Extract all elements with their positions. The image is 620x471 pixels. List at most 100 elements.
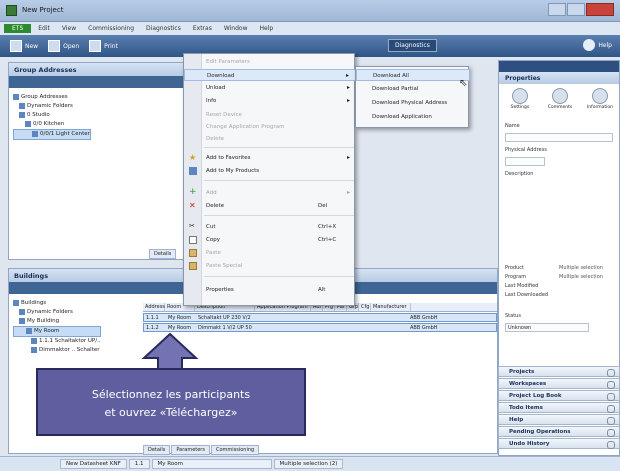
menu-diagnostics[interactable]: Diagnostics [141,25,186,32]
app-icon [6,5,17,16]
info-icon [592,88,608,104]
menu-item-unload[interactable]: Unload ▸ [184,82,356,94]
status-bar: New Datasheet KNF 1.1 My Room Multiple s… [0,456,620,471]
properties-toolbar [499,61,619,72]
group-addresses-panel: Group Addresses Group Addresses Dynamic … [8,62,194,260]
panel-title: Group Addresses [9,63,193,76]
description-label: Description [505,171,534,177]
status-label: Status [505,313,521,319]
section-undo-history[interactable]: Undo History [498,438,620,449]
tree-item[interactable]: Group Addresses [13,93,91,102]
help-button[interactable]: Help [583,39,612,51]
callout-arrow-icon [141,332,199,372]
table-row[interactable]: 1.1.1 My Room Schaltakt UP 230 V/2 ABB G… [143,313,497,322]
clipboard-icon [189,249,197,257]
section-project-log-book[interactable]: Project Log Book [498,390,620,401]
menu-item-download[interactable]: Download ▸ [184,69,356,81]
diagnostics-button[interactable]: Diagnostics [388,39,437,52]
section-help[interactable]: Help [498,414,620,425]
col-address[interactable]: Address [143,303,165,311]
window-title: New Project [22,6,64,14]
menu-item-add[interactable]: + Add ▸ [184,187,356,199]
menu-item-properties[interactable]: Properties Alt [184,284,356,296]
tree-item[interactable]: My Building [13,317,101,326]
menu-item-edit-parameters[interactable]: Edit Parameters [184,56,356,68]
menu-separator [204,276,354,277]
tree-item[interactable]: 0/0 Kitchen [13,120,91,129]
tree-item[interactable]: Dynamic Folders [13,102,91,111]
tab-parameters[interactable]: Parameters [171,445,210,455]
menu-item-delete[interactable]: ✕ Delete Del [184,200,356,212]
status-select[interactable]: Unknown [505,323,589,332]
submenu-item-download-application[interactable]: Download Application [356,111,470,123]
submenu-item-download-partial[interactable]: Download Partial [356,83,470,95]
tab-details[interactable]: Details [143,445,171,455]
tab-comments[interactable]: Comments [543,87,577,117]
submenu-item-download-all[interactable]: Download All [356,69,470,81]
menu-item-copy[interactable]: Copy Ctrl+C [184,234,356,246]
new-icon [10,40,22,52]
building-tree: Buildings Dynamic Folders My Building My… [13,299,101,355]
menu-item-paste[interactable]: Paste [184,247,356,259]
menu-item-change-application[interactable]: Change Application Program [184,121,356,133]
menu-extras[interactable]: Extras [188,25,217,32]
tab-details[interactable]: Details [149,249,177,259]
col-manufacturer[interactable]: Manufacturer [371,303,411,311]
maximize-button[interactable] [567,3,585,16]
tree-item[interactable]: Dimmaktor .. Schalter [13,346,101,355]
tree-item[interactable]: My Room [13,326,101,337]
open-button[interactable]: Open [48,40,79,52]
physical-address-field[interactable] [505,157,545,166]
menu-item-reset-device[interactable]: Reset Device [184,109,356,121]
group-address-icon [32,130,38,137]
submenu-item-download-physical-address[interactable]: Download Physical Address [356,97,470,109]
folder-icon [19,102,25,109]
section-pending-operations[interactable]: Pending Operations [498,426,620,437]
name-field[interactable] [505,133,613,142]
last-downloaded-label: Last Downloaded [505,292,549,298]
minimize-button[interactable] [548,3,566,16]
menu-item-delete-disabled[interactable]: Delete [184,133,356,145]
product-value: Multiple selection [559,265,603,271]
ets-menu-button[interactable]: ETS [4,24,32,33]
tree-item[interactable]: Dynamic Folders [13,308,101,317]
download-submenu: Download All Download Partial Download P… [355,66,470,128]
room-icon [26,327,32,334]
tab-commissioning[interactable]: Commissioning [210,445,260,455]
menu-view[interactable]: View [57,25,81,32]
tab-information[interactable]: Information [583,87,617,117]
close-button[interactable] [586,3,614,16]
col-cfg[interactable]: Cfg [359,303,371,311]
submenu-arrow-icon: ▸ [346,97,350,104]
menu-item-add-to-favorites[interactable]: ★ Add to Favorites ▸ [184,152,356,164]
panel-toolbar [9,76,193,88]
tree-item[interactable]: 1.1.1 Schaltaktor UP/.. [13,337,101,346]
group-icon [13,93,19,100]
section-workspaces[interactable]: Workspaces [498,378,620,389]
menu-item-paste-special[interactable]: Paste Special [184,260,356,272]
tab-strip: Details Parameters Commissioning [143,445,260,455]
callout-line-1: Sélectionnez les participants [91,388,251,401]
menu-item-info[interactable]: Info ▸ [184,95,356,107]
tree-item[interactable]: 0 Studio [13,111,91,120]
new-button[interactable]: New [10,40,38,52]
window-controls [548,3,614,16]
section-todo-items[interactable]: Todo Items [498,402,620,413]
menu-commissioning[interactable]: Commissioning [83,25,139,32]
section-projects[interactable]: Projects [498,366,620,377]
menu-item-add-to-my-products[interactable]: Add to My Products [184,165,356,177]
instruction-callout: Sélectionnez les participants et ouvrez … [36,368,306,436]
table-row[interactable]: 1.1.2 My Room Dimmakt 1 V/2 UP 50 ABB Gm… [143,323,497,332]
menu-edit[interactable]: Edit [33,25,55,32]
menu-help[interactable]: Help [255,25,279,32]
tree-item[interactable]: 0/0/1 Light Center [13,129,91,140]
menu-separator [204,147,354,148]
tab-settings[interactable]: Settings [503,87,537,117]
tree-item[interactable]: Buildings [13,299,101,308]
print-button[interactable]: Print [89,40,118,52]
menu-item-cut[interactable]: ✂ Cut Ctrl+X [184,221,356,233]
menu-window[interactable]: Window [219,25,253,32]
status-item: New Datasheet KNF [60,459,127,469]
scissors-icon: ✂ [189,222,195,230]
clipboard-icon [189,262,197,270]
